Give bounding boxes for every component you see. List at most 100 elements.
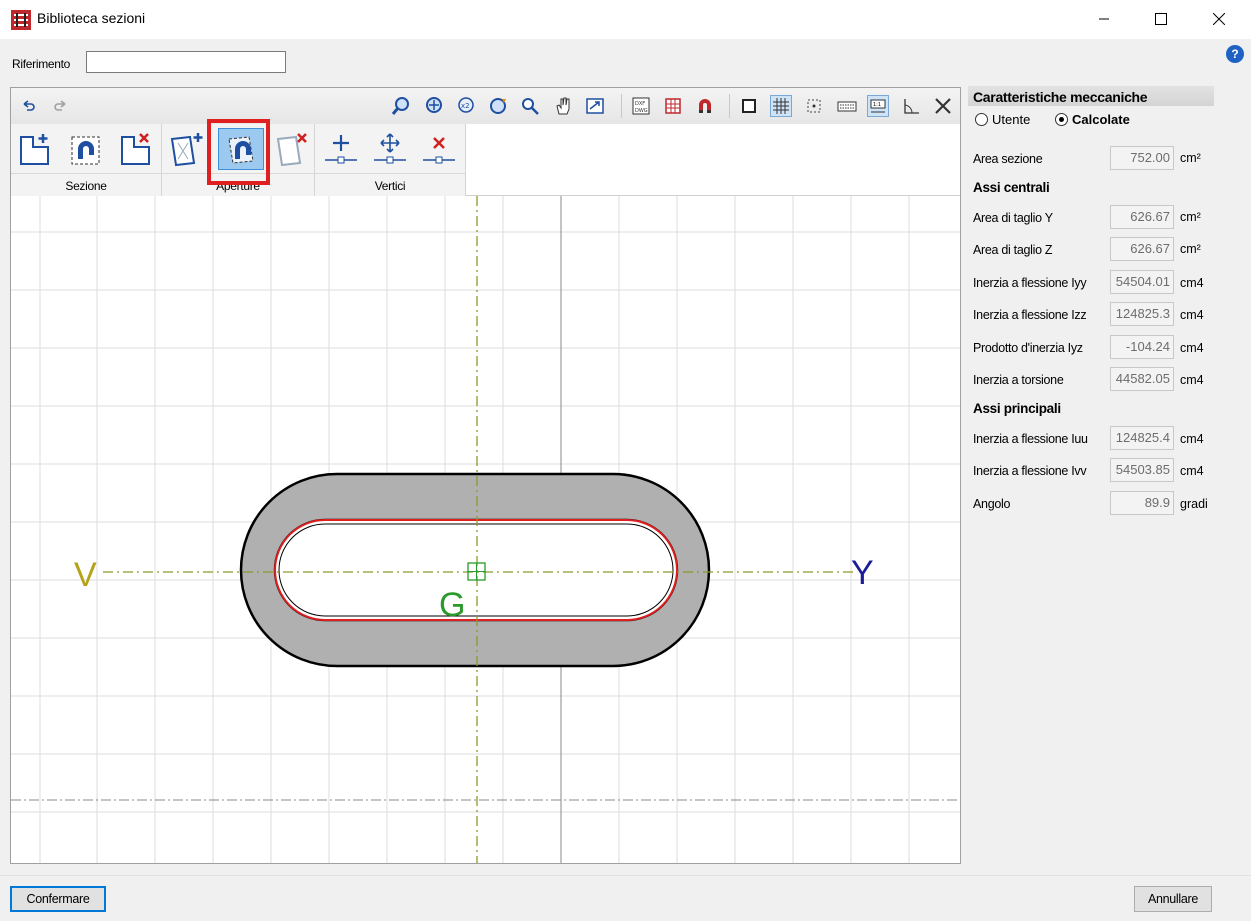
help-icon[interactable]: ? bbox=[1226, 45, 1244, 63]
shear-area-z-unit: cm² bbox=[1180, 242, 1201, 256]
add-opening-icon bbox=[170, 133, 203, 167]
maximize-button[interactable] bbox=[1138, 0, 1184, 38]
svg-text:x2: x2 bbox=[461, 102, 470, 110]
radio-utente-icon bbox=[975, 113, 988, 126]
close-button[interactable] bbox=[1196, 0, 1242, 38]
axis-y-label: Y bbox=[851, 554, 874, 592]
confirm-button[interactable]: Confermare bbox=[10, 886, 106, 912]
inertia-iuu-value: 124825.4 bbox=[1110, 426, 1174, 450]
app-logo-icon bbox=[11, 10, 31, 30]
move-vertex-button[interactable] bbox=[371, 130, 409, 168]
inertia-ivv-value: 54503.85 bbox=[1110, 458, 1174, 482]
product-inertia-iyz-label: Prodotto d'inerzia Iyz bbox=[973, 341, 1083, 355]
move-vertex-icon bbox=[374, 133, 406, 164]
tools-icon[interactable] bbox=[932, 95, 954, 117]
ribbon-divider bbox=[315, 173, 465, 174]
torsion-inertia-unit: cm4 bbox=[1180, 373, 1204, 387]
zoom-window-icon[interactable] bbox=[390, 95, 412, 117]
area-unit: cm² bbox=[1180, 151, 1201, 165]
inertia-iyy-label: Inerzia a flessione Iyy bbox=[973, 276, 1087, 290]
regenerate-icon[interactable] bbox=[487, 95, 509, 117]
section-editor: x2 DXF DWG 1:1 Sezione Aperture Vertici … bbox=[10, 87, 961, 864]
angle-label: Angolo bbox=[973, 497, 1011, 511]
zoom-extents-icon[interactable] bbox=[423, 95, 445, 117]
properties-title: Caratteristiche meccaniche bbox=[973, 89, 1148, 105]
add-vertex-icon bbox=[325, 135, 357, 164]
shear-area-y-value: 626.67 bbox=[1110, 205, 1174, 229]
edit-section-button[interactable] bbox=[67, 130, 105, 168]
central-axes-title: Assi centrali bbox=[973, 180, 1050, 195]
inertia-iuu-unit: cm4 bbox=[1180, 432, 1204, 446]
area-value: 752.00 bbox=[1110, 146, 1174, 170]
add-section-icon bbox=[20, 134, 49, 165]
inertia-izz-label: Inerzia a flessione Izz bbox=[973, 308, 1087, 322]
principal-axes-title: Assi principali bbox=[973, 401, 1061, 416]
ribbon-divider bbox=[11, 173, 161, 174]
zoom-x2-icon[interactable]: x2 bbox=[455, 95, 477, 117]
pan-hand-icon[interactable] bbox=[552, 95, 574, 117]
inertia-izz-unit: cm4 bbox=[1180, 308, 1204, 322]
delete-vertex-button[interactable] bbox=[420, 130, 458, 168]
add-section-button[interactable] bbox=[16, 130, 54, 168]
inertia-iuu-label: Inerzia a flessione Iuu bbox=[973, 432, 1088, 446]
torsion-inertia-label: Inerzia a torsione bbox=[973, 373, 1064, 387]
axis-v-label: V bbox=[74, 556, 97, 594]
minimize-button[interactable] bbox=[1081, 0, 1127, 38]
view-icon[interactable] bbox=[584, 95, 606, 117]
delete-section-button[interactable] bbox=[117, 130, 155, 168]
shear-area-z-value: 626.67 bbox=[1110, 237, 1174, 261]
snap-point-icon[interactable] bbox=[803, 95, 825, 117]
inertia-iyy-value: 54504.01 bbox=[1110, 270, 1174, 294]
ribbon-group-vertici: Vertici bbox=[315, 124, 466, 196]
maximize-icon bbox=[1155, 13, 1167, 25]
radio-calcolate-label: Calcolate bbox=[1072, 112, 1130, 127]
layers-icon[interactable] bbox=[662, 95, 684, 117]
cancel-button[interactable]: Annullare bbox=[1134, 886, 1212, 912]
redo-icon[interactable] bbox=[50, 95, 72, 117]
inertia-ivv-label: Inerzia a flessione Ivv bbox=[973, 464, 1087, 478]
svg-text:DXF: DXF bbox=[635, 101, 645, 107]
inertia-iyy-unit: cm4 bbox=[1180, 276, 1204, 290]
minimize-icon bbox=[1099, 18, 1109, 20]
add-opening-button[interactable] bbox=[167, 130, 205, 168]
ribbon-empty-area bbox=[466, 124, 960, 196]
centroid-label: G bbox=[439, 586, 465, 624]
delete-opening-button[interactable] bbox=[273, 130, 311, 168]
footer-divider bbox=[0, 875, 1251, 876]
reference-input[interactable] bbox=[86, 51, 286, 73]
undo-icon[interactable] bbox=[17, 95, 39, 117]
window-title: Biblioteca sezioni bbox=[37, 10, 146, 26]
radio-utente[interactable]: Utente bbox=[975, 112, 1055, 128]
angle-unit: gradi bbox=[1180, 497, 1208, 511]
grid-icon[interactable] bbox=[770, 95, 792, 117]
editor-toolbar: x2 DXF DWG 1:1 bbox=[11, 88, 960, 125]
keyboard-icon[interactable] bbox=[836, 95, 858, 117]
product-inertia-iyz-value: -104.24 bbox=[1110, 335, 1174, 359]
square-icon[interactable] bbox=[738, 95, 760, 117]
snap-magnet-icon[interactable] bbox=[694, 95, 716, 117]
svg-text:DWG: DWG bbox=[635, 108, 648, 114]
ribbon-group-label: Sezione bbox=[65, 179, 107, 193]
highlight-box bbox=[207, 119, 270, 185]
toolbar-separator bbox=[621, 94, 622, 118]
drawing-canvas[interactable]: V Y G bbox=[11, 196, 961, 864]
shear-area-y-unit: cm² bbox=[1180, 210, 1201, 224]
add-vertex-button[interactable] bbox=[322, 130, 360, 168]
angle-icon[interactable] bbox=[900, 95, 922, 117]
radio-calcolate[interactable]: Calcolate bbox=[1055, 112, 1155, 128]
zoom-icon[interactable] bbox=[519, 95, 541, 117]
inertia-izz-value: 124825.3 bbox=[1110, 302, 1174, 326]
dxf-dwg-icon[interactable]: DXF DWG bbox=[630, 95, 652, 117]
scale-icon[interactable]: 1:1 bbox=[867, 95, 889, 117]
ribbon-group-label: Vertici bbox=[374, 179, 406, 193]
radio-calcolate-icon bbox=[1055, 113, 1068, 126]
torsion-inertia-value: 44582.05 bbox=[1110, 367, 1174, 391]
reference-label: Riferimento bbox=[12, 57, 71, 71]
edit-section-icon bbox=[71, 136, 100, 165]
toolbar-separator bbox=[729, 94, 730, 118]
delete-section-icon bbox=[121, 133, 150, 165]
radio-utente-label: Utente bbox=[992, 112, 1031, 127]
ribbon-group-sezione: Sezione bbox=[11, 124, 162, 196]
product-inertia-iyz-unit: cm4 bbox=[1180, 341, 1204, 355]
area-label: Area sezione bbox=[973, 152, 1043, 166]
